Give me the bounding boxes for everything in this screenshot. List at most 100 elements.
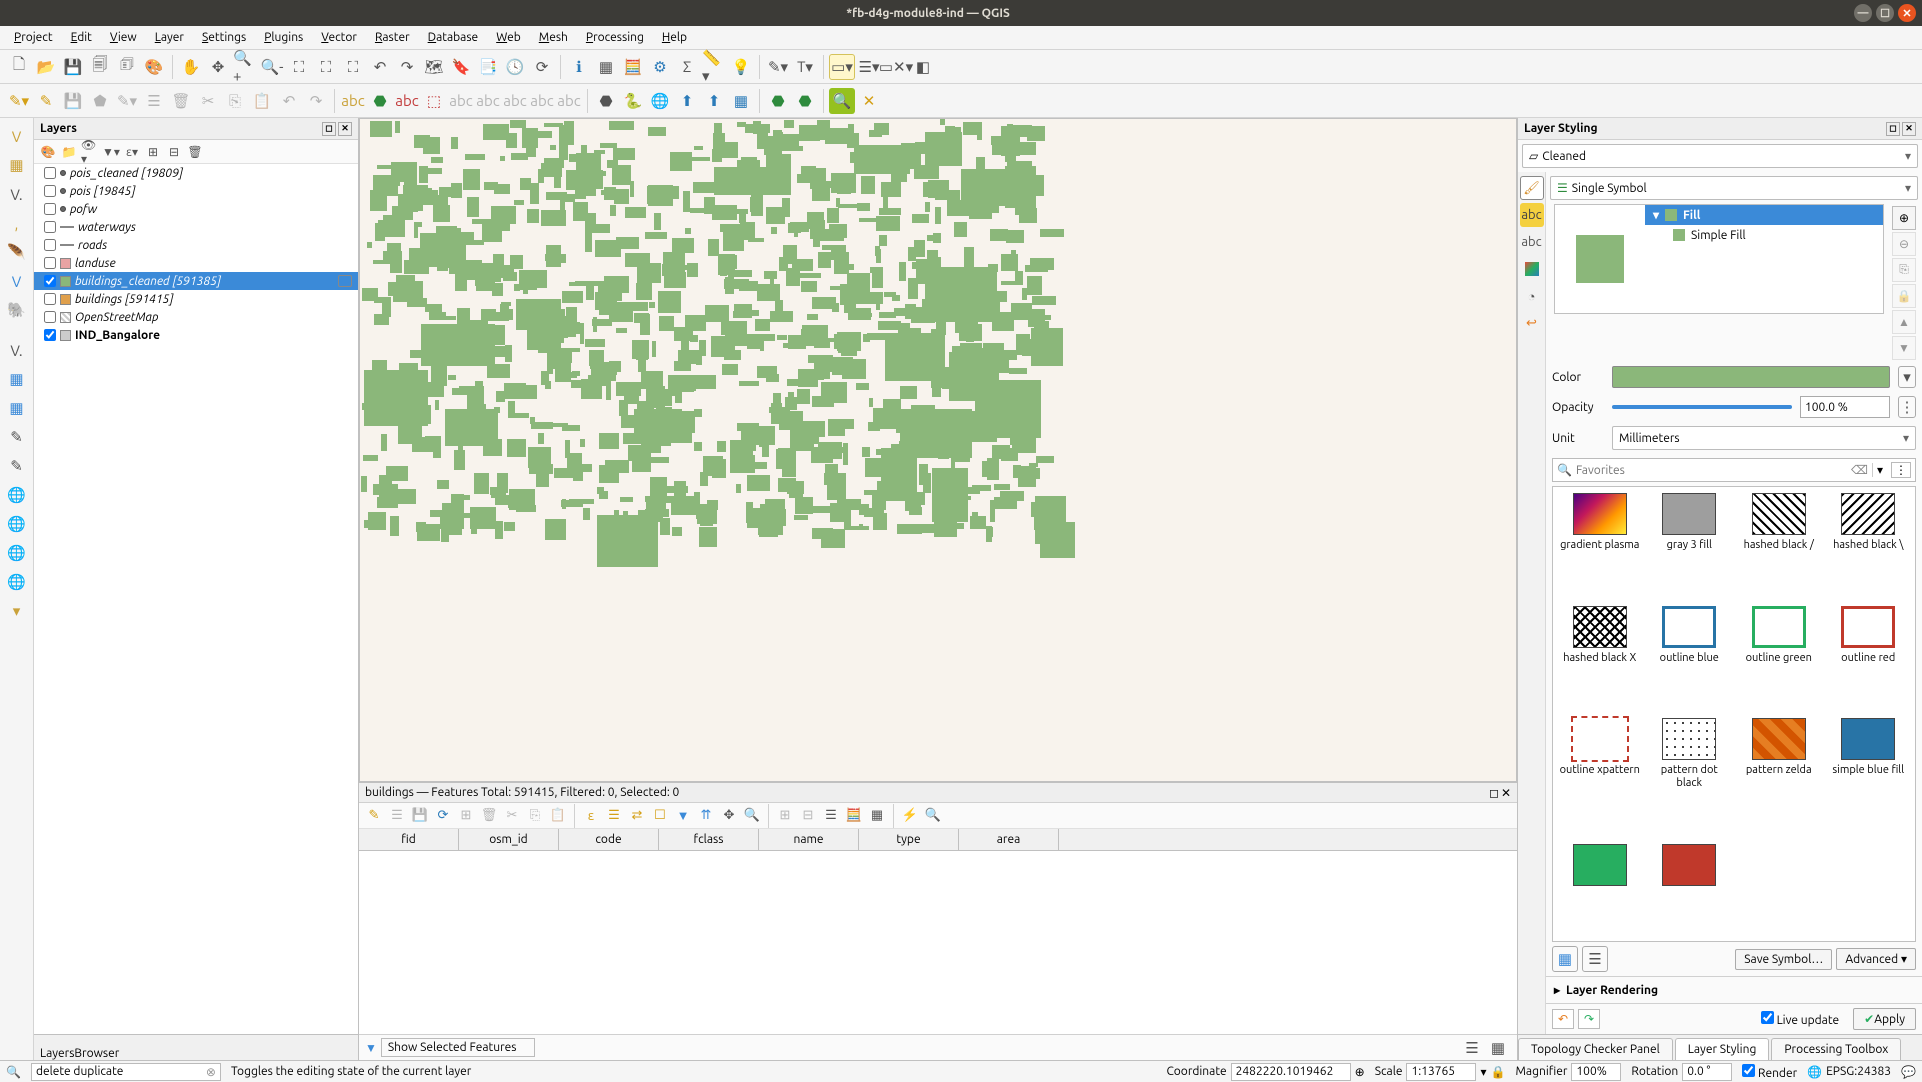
style-gallery-item[interactable]: pattern zelda (1738, 718, 1820, 836)
tab-topology-checker[interactable]: Topology Checker Panel (1518, 1038, 1673, 1060)
add-wfs-icon[interactable]: 🌐 (3, 510, 31, 538)
new-print-layout-icon[interactable]: 🗐 (87, 54, 113, 80)
tab-layers[interactable]: Layers (40, 1047, 74, 1060)
temporal-controller-icon[interactable]: 🕓 (502, 54, 528, 80)
tab-layer-styling[interactable]: Layer Styling (1675, 1038, 1770, 1060)
select-by-location-icon[interactable]: ◧ (910, 54, 936, 80)
layer-visibility-checkbox[interactable] (44, 329, 56, 341)
layer-list[interactable]: pois_cleaned [19809]pois [19845]pofwwate… (34, 164, 358, 1034)
zoom-out-icon[interactable]: 🔍- (259, 54, 285, 80)
remove-symbol-layer-icon[interactable]: ⊖ (1892, 232, 1916, 256)
unit-combo[interactable]: Millimeters (1612, 426, 1916, 450)
zoom-to-selection-icon[interactable]: ⛶ (313, 54, 339, 80)
add-vector-icon[interactable]: V (3, 122, 31, 150)
menu-plugins[interactable]: Plugins (256, 28, 311, 47)
table-column-header[interactable]: type (859, 829, 959, 850)
label-toolbar-4-icon[interactable]: ⬚ (421, 88, 447, 114)
conditional-formatting-icon[interactable]: ▦ (866, 805, 888, 827)
delete-feature-attr-icon[interactable]: 🗑 (478, 805, 500, 827)
add-spatialite-icon[interactable]: 🪶 (3, 238, 31, 266)
field-calculator-icon[interactable]: 🧮 (620, 54, 646, 80)
new-field-icon[interactable]: ⊞ (774, 805, 796, 827)
plugin-2-icon[interactable]: ⬆ (701, 88, 727, 114)
modify-attrs-icon[interactable]: ☰ (141, 88, 167, 114)
undo-style-icon[interactable]: ↶ (1552, 1009, 1574, 1029)
select-by-expr-icon[interactable]: ε (580, 805, 602, 827)
window-close-button[interactable]: ✕ (1898, 4, 1916, 22)
new-shapefile-icon[interactable]: V. (3, 336, 31, 364)
layer-styling-undock-icon[interactable]: ◻ (1886, 122, 1900, 136)
add-feature-attr-icon[interactable]: ⊞ (455, 805, 477, 827)
redo-icon[interactable]: ↷ (303, 88, 329, 114)
table-column-header[interactable]: fclass (659, 829, 759, 850)
statistics-icon[interactable]: Σ (674, 54, 700, 80)
style-gallery-item[interactable]: simple blue fill (1828, 718, 1910, 836)
layer-indicator-icon[interactable] (338, 275, 352, 287)
layer-item[interactable]: OpenStreetMap (34, 308, 358, 326)
new-bookmark-icon[interactable]: 🔖 (448, 54, 474, 80)
show-bookmarks-icon[interactable]: 📑 (475, 54, 501, 80)
save-edits-attr-icon[interactable]: 💾 (409, 805, 431, 827)
move-up-icon[interactable]: ▲ (1892, 310, 1916, 334)
advanced-button[interactable]: Advanced ▾ (1836, 948, 1916, 970)
layer-visibility-checkbox[interactable] (44, 275, 56, 287)
live-update-checkbox[interactable]: Live update (1761, 1011, 1839, 1027)
plugin-6-icon[interactable]: 🔍 (829, 88, 855, 114)
new-project-icon[interactable]: 🗋 (6, 54, 32, 80)
labels-tab-icon[interactable]: abc (1520, 203, 1544, 227)
3d-tab-icon[interactable] (1520, 257, 1544, 281)
measure-icon[interactable]: 📏▾ (701, 54, 727, 80)
toggle-edit-attr-icon[interactable]: ✎ (363, 805, 385, 827)
label-toolbar-2-icon[interactable]: ⬣ (367, 88, 393, 114)
new-geopackage-icon[interactable]: ▦ (3, 365, 31, 393)
undo-icon[interactable]: ↶ (276, 88, 302, 114)
table-column-header[interactable]: code (559, 829, 659, 850)
rotation-input[interactable] (1682, 1063, 1732, 1081)
move-to-top-icon[interactable]: ⇈ (695, 805, 717, 827)
layers-panel-undock-icon[interactable]: ◻ (322, 122, 336, 136)
color-picker[interactable] (1612, 366, 1890, 388)
locator-clear-icon[interactable]: ⊗ (206, 1065, 216, 1079)
copy-attr-icon[interactable]: ⎘ (524, 805, 546, 827)
zoom-next-icon[interactable]: ↷ (394, 54, 420, 80)
table-column-header[interactable]: area (959, 829, 1059, 850)
tab-browser[interactable]: Browser (74, 1047, 119, 1060)
style-manager-icon[interactable]: 🎨 (141, 54, 167, 80)
scale-lock-icon[interactable]: 🔒 (1491, 1065, 1506, 1079)
zoom-in-icon[interactable]: 🔍+ (232, 54, 258, 80)
add-csv-icon[interactable]: , (3, 209, 31, 237)
layer-item[interactable]: landuse (34, 254, 358, 272)
layer-visibility-checkbox[interactable] (44, 257, 56, 269)
messages-icon[interactable]: 💬 (1901, 1065, 1916, 1079)
delete-selected-icon[interactable]: 🗑 (168, 88, 194, 114)
crs-button[interactable]: 🌐EPSG:24383 (1807, 1065, 1891, 1079)
layer-item[interactable]: IND_Bangalore (34, 326, 358, 344)
filter-mode-combo[interactable]: Show Selected Features (381, 1038, 536, 1057)
annotation-icon[interactable]: ✎▾ (765, 54, 791, 80)
manage-visibility-icon[interactable]: 👁▾ (80, 142, 100, 162)
paste-features-icon[interactable]: 📋 (249, 88, 275, 114)
new-map-view-icon[interactable]: 🗺 (421, 54, 447, 80)
invert-selection-icon[interactable]: ⇄ (626, 805, 648, 827)
filter-legend-icon[interactable]: ▼▾ (101, 142, 121, 162)
layer-visibility-checkbox[interactable] (44, 185, 56, 197)
layer-item[interactable]: pois_cleaned [19809] (34, 164, 358, 182)
save-symbol-button[interactable]: Save Symbol… (1735, 949, 1832, 970)
tab-processing-toolbox[interactable]: Processing Toolbox (1771, 1038, 1901, 1060)
history-tab-icon[interactable]: ↩ (1520, 311, 1544, 335)
magnifier-input[interactable] (1571, 1063, 1621, 1081)
pan-to-selected-icon[interactable]: ✥ (718, 805, 740, 827)
label-toolbar-5-icon[interactable]: abc (448, 88, 474, 114)
add-wms-icon[interactable]: 🌐 (3, 481, 31, 509)
layer-visibility-checkbox[interactable] (44, 239, 56, 251)
table-column-header[interactable]: fid (359, 829, 459, 850)
collapse-all-icon[interactable]: ⊟ (164, 142, 184, 162)
python-console-icon[interactable]: 🐍 (620, 88, 646, 114)
zoom-full-icon[interactable]: ⛶ (286, 54, 312, 80)
add-group-icon[interactable]: 📁 (59, 142, 79, 162)
save-project-icon[interactable]: 💾 (60, 54, 86, 80)
layer-visibility-checkbox[interactable] (44, 311, 56, 323)
style-gallery-item[interactable]: hashed black \ (1828, 493, 1910, 598)
layer-item[interactable]: roads (34, 236, 358, 254)
pan-icon[interactable]: ✋ (178, 54, 204, 80)
